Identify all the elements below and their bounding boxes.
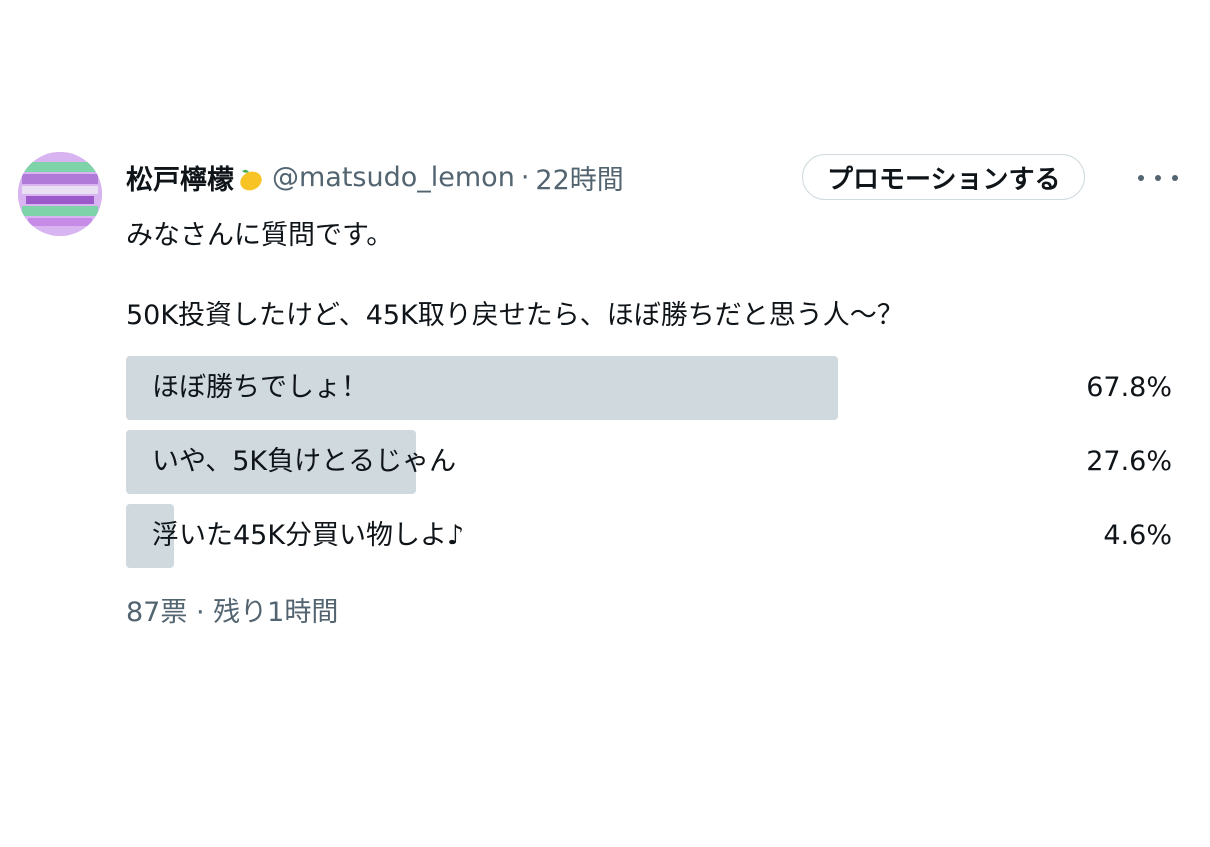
poll-option: 浮いた45K分買い物しよ♪ 4.6% xyxy=(126,504,1186,568)
user-handle[interactable]: @matsudo_lemon xyxy=(272,162,515,193)
poll-meta: 87票 · 残り1時間 xyxy=(126,590,1186,629)
poll: ほぼ勝ちでしょ！ 67.8% いや、5K負けとるじゃん 27.6% 浮いた45K… xyxy=(126,356,1186,629)
poll-meta-separator: · xyxy=(195,597,205,628)
poll-option-percent: 67.8% xyxy=(1086,372,1172,403)
tweet-content: 松戸檸檬 @matsudo_lemon · 22時間 プロモーションする みなさ… xyxy=(126,152,1186,629)
poll-option-percent: 4.6% xyxy=(1103,520,1172,551)
more-options-icon[interactable] xyxy=(1138,160,1178,196)
profile-avatar-icon xyxy=(18,152,102,236)
tweet-header: 松戸檸檬 @matsudo_lemon · 22時間 プロモーションする xyxy=(126,152,1186,202)
poll-option-label: ほぼ勝ちでしょ！ xyxy=(152,372,368,403)
display-name[interactable]: 松戸檸檬 xyxy=(126,158,234,197)
promote-button[interactable]: プロモーションする xyxy=(802,154,1086,200)
poll-option: ほぼ勝ちでしょ！ 67.8% xyxy=(126,356,1186,420)
poll-option-percent: 27.6% xyxy=(1086,446,1172,477)
avatar[interactable] xyxy=(18,152,102,236)
poll-remaining: 残り1時間 xyxy=(213,597,339,628)
header-separator: · xyxy=(520,161,530,193)
post-time[interactable]: 22時間 xyxy=(535,158,623,197)
poll-votes: 87票 xyxy=(126,597,188,628)
poll-option: いや、5K負けとるじゃん 27.6% xyxy=(126,430,1186,494)
poll-option-label: いや、5K負けとるじゃん xyxy=(152,446,457,477)
poll-option-label: 浮いた45K分買い物しよ♪ xyxy=(152,520,465,551)
tweet-text: みなさんに質問です。 50K投資したけど、45K取り戻せたら、ほぼ勝ちだと思う人… xyxy=(126,220,904,331)
lemon-icon xyxy=(240,169,262,191)
